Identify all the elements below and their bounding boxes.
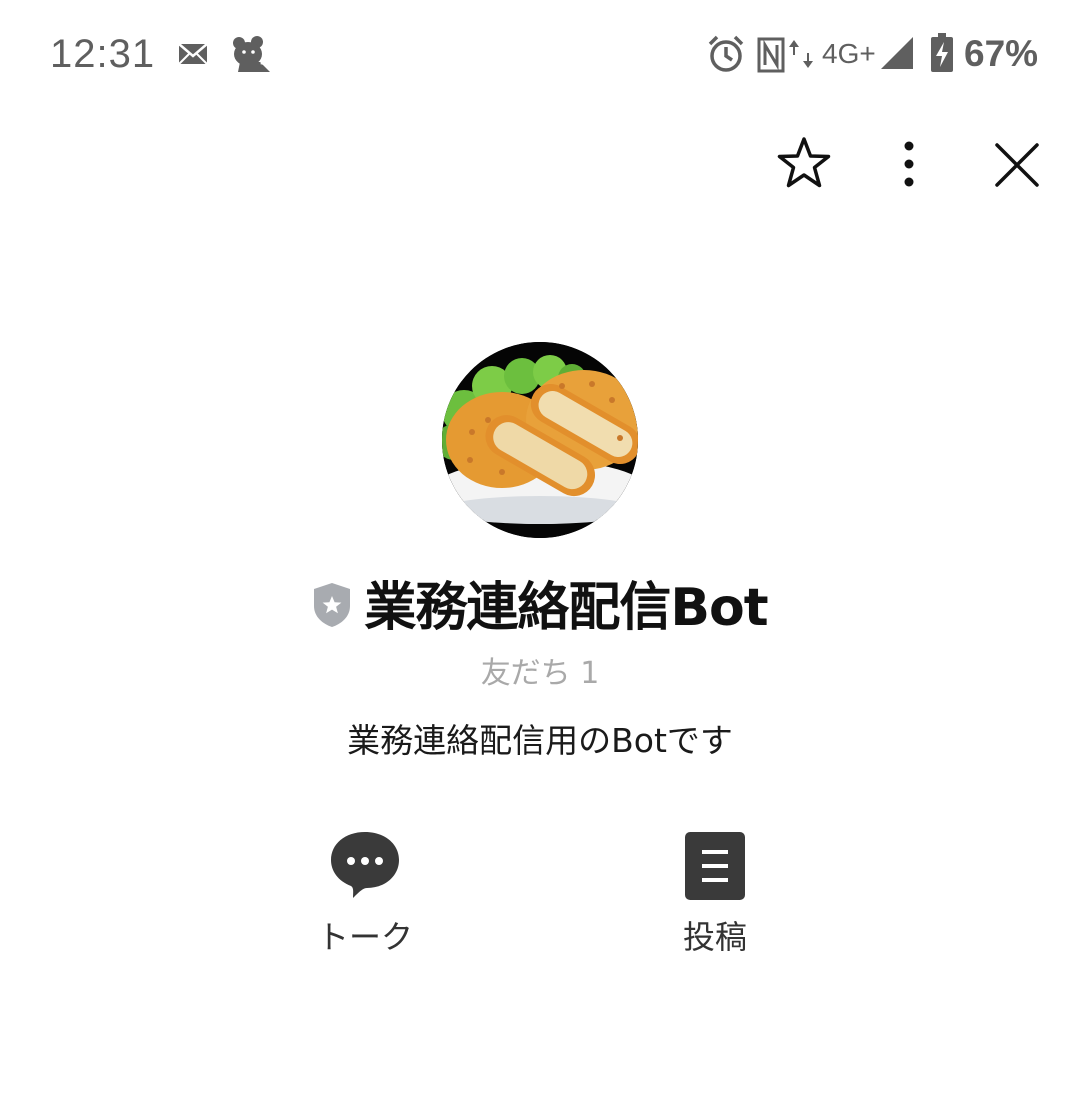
nfc-icon (757, 37, 785, 73)
croquette-illustration (442, 342, 638, 538)
status-bar: 12:31 4G+ 67% (0, 0, 1080, 110)
friends-count: 友だち 1 (480, 656, 600, 691)
star-icon[interactable] (776, 136, 832, 190)
profile-avatar (442, 342, 638, 538)
mail-icon (178, 43, 208, 65)
battery-charging-icon (931, 33, 953, 72)
network-type: 4G+ (822, 38, 876, 69)
talk-label: トーク (316, 918, 413, 956)
official-shield-icon (314, 582, 351, 627)
post-label: 投稿 (682, 918, 747, 956)
more-vert-icon[interactable] (896, 140, 922, 188)
data-arrows-icon (789, 40, 813, 68)
account-name: 業務連絡配信Bot (364, 578, 768, 638)
account-name-row: 業務連絡配信Bot (0, 565, 1080, 640)
bear-app-icon (233, 36, 270, 72)
battery-percentage: 67% (964, 33, 1039, 74)
talk-button[interactable]: トーク (285, 830, 445, 958)
account-description: 業務連絡配信用のBotです (347, 721, 733, 760)
chat-bubble-icon (331, 832, 399, 898)
official-account-profile-screen: 12:31 4G+ 67% 業務連絡配信Bot 友だち 1 業務連絡配信用のBo… (0, 0, 1080, 1094)
post-document-icon (685, 832, 745, 900)
signal-icon (881, 37, 913, 69)
alarm-icon (708, 35, 744, 72)
close-icon[interactable] (994, 142, 1040, 188)
post-button[interactable]: 投稿 (635, 830, 795, 958)
status-time: 12:31 (50, 32, 156, 76)
